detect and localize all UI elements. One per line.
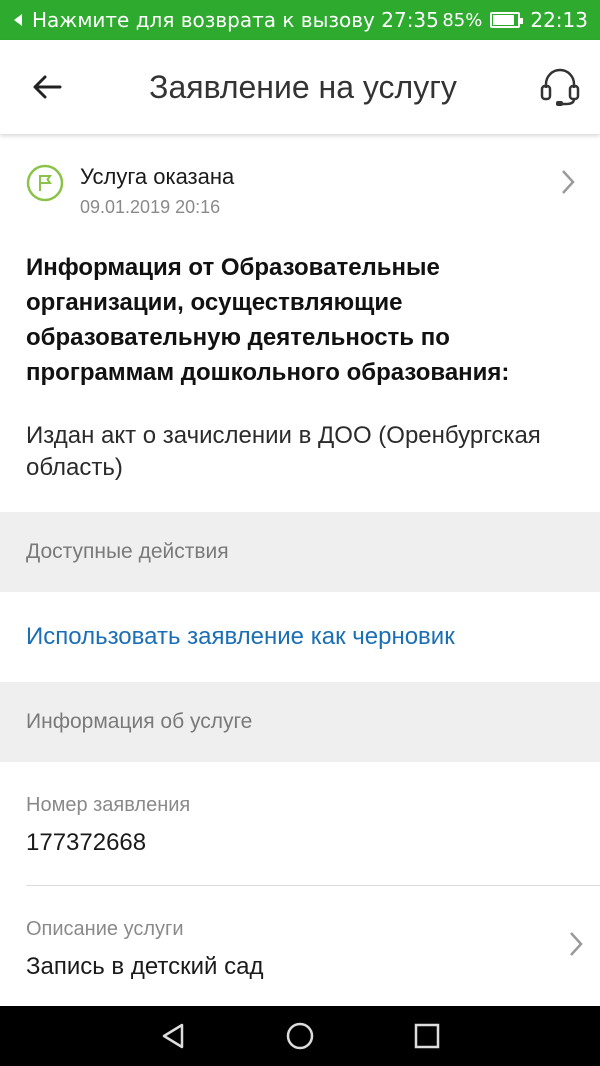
- service-status-row[interactable]: Услуга оказана 09.01.2019 20:16: [0, 134, 600, 226]
- service-status-date: 09.01.2019 20:16: [80, 197, 221, 217]
- square-recents-icon: [414, 1023, 439, 1049]
- service-description-field[interactable]: Описание услуги Запись в детский сад: [0, 918, 600, 981]
- clock: 22:13: [530, 8, 588, 32]
- use-as-draft-link[interactable]: Использовать заявление как черновик: [0, 592, 600, 682]
- arrow-left-icon: [33, 75, 62, 99]
- application-number-label: Номер заявления: [26, 794, 191, 816]
- section-available-actions: Доступные действия: [0, 512, 600, 592]
- chevron-right-icon: [562, 170, 575, 194]
- content: Услуга оказана 09.01.2019 20:16 Информац…: [0, 134, 600, 1006]
- nav-recents-button[interactable]: [397, 1006, 457, 1066]
- service-status-title: Услуга оказана: [80, 164, 235, 189]
- triangle-back-icon: [163, 1023, 184, 1049]
- service-description-value: Запись в детский сад: [26, 953, 264, 980]
- chevron-right-icon: [570, 932, 583, 956]
- battery-icon: [490, 12, 524, 28]
- headset-icon: [540, 68, 580, 106]
- service-description-label: Описание услуги: [26, 918, 184, 940]
- service-status-texts: Услуга оказана 09.01.2019 20:16: [80, 164, 234, 220]
- section-service-info: Информация об услуге: [0, 682, 600, 762]
- status-bar: Нажмите для возврата к вызову 27:35 85% …: [0, 0, 600, 40]
- flag-icon: [26, 164, 64, 202]
- support-button[interactable]: [520, 40, 600, 134]
- status-bar-right: 85% 22:13: [442, 8, 600, 32]
- navigation-bar: [0, 1006, 600, 1066]
- battery-percentage: 85%: [442, 9, 483, 31]
- info-heading: Информация от Образовательные организаци…: [26, 254, 510, 386]
- return-call-arrow-icon[interactable]: [14, 14, 22, 26]
- page-title: Заявление на услугу: [149, 68, 457, 105]
- nav-home-button[interactable]: [270, 1006, 330, 1066]
- application-number-field: Номер заявления 177372668: [0, 794, 600, 857]
- nav-back-button[interactable]: [143, 1006, 203, 1066]
- info-body: Издан акт о зачислении в ДОО (Оренбургск…: [26, 422, 541, 481]
- back-button[interactable]: [0, 40, 94, 134]
- return-to-call-text[interactable]: Нажмите для возврата к вызову 27:35: [32, 8, 439, 32]
- app-bar: Заявление на услугу: [0, 40, 600, 134]
- circle-home-icon: [286, 1022, 314, 1050]
- application-number-value: 177372668: [26, 829, 147, 856]
